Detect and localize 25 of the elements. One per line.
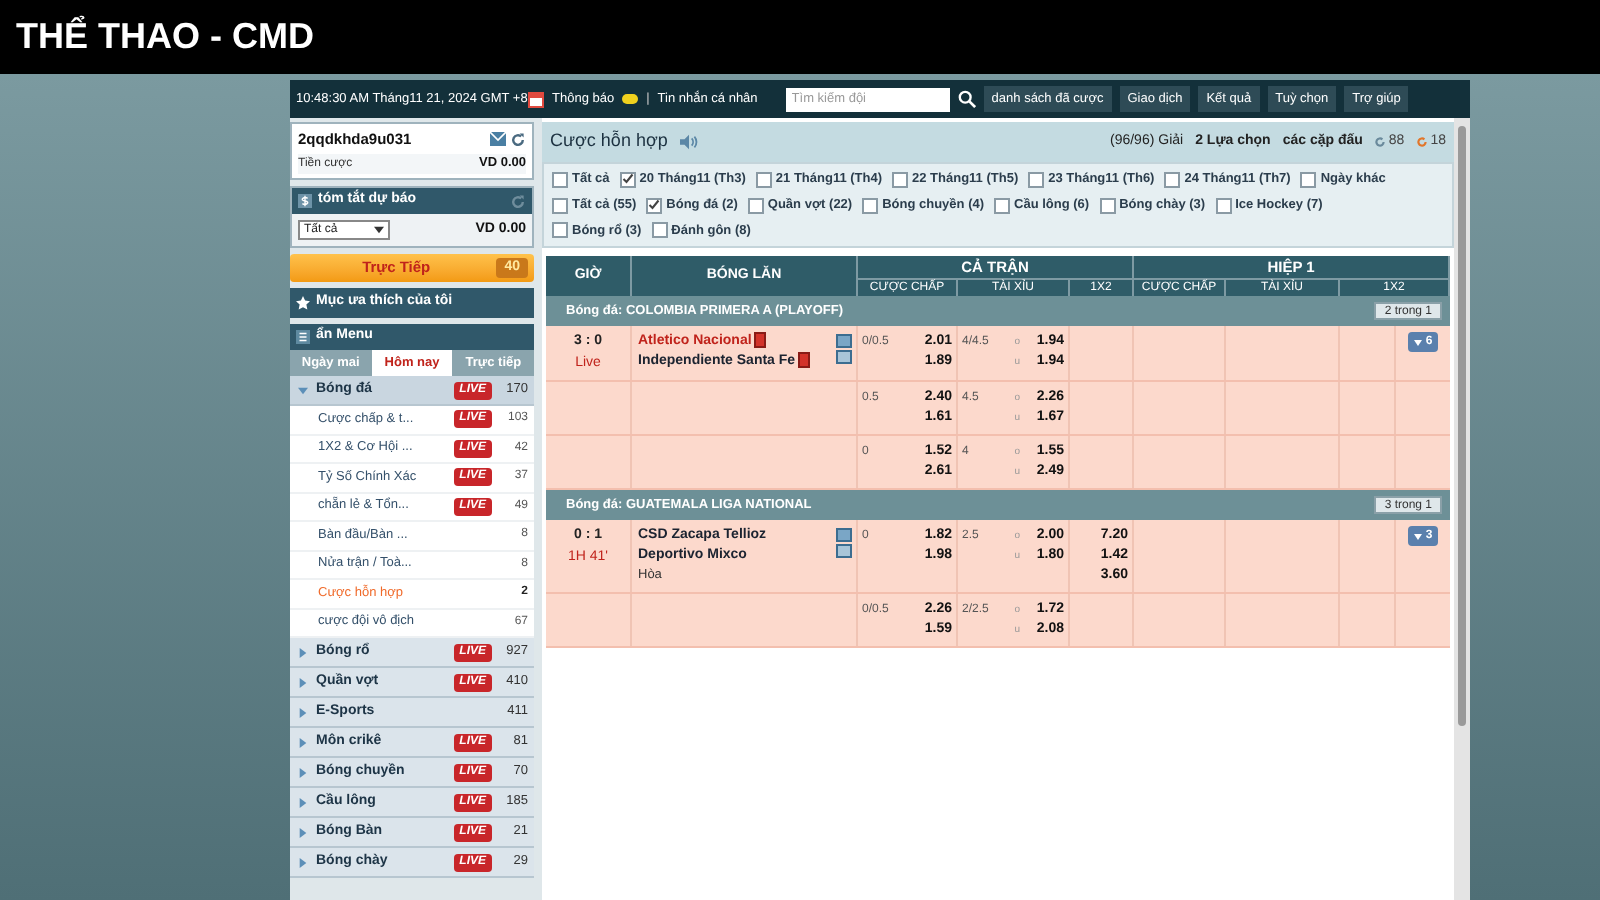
caret-down-icon xyxy=(298,385,308,395)
search-icon[interactable] xyxy=(957,90,976,108)
mail-icon[interactable] xyxy=(490,132,506,147)
scrollbar[interactable] xyxy=(1454,118,1470,900)
refresh-icon[interactable] xyxy=(510,131,526,148)
caret-right-icon xyxy=(298,707,308,717)
caret-right-icon xyxy=(298,677,308,687)
speaker-icon[interactable] xyxy=(679,134,698,150)
refresh-icon[interactable] xyxy=(1374,136,1387,148)
caret-right-icon xyxy=(298,857,308,867)
caret-right-icon xyxy=(298,767,308,777)
page-title: THỂ THAO - CMD xyxy=(16,13,314,60)
caret-right-icon xyxy=(298,797,308,807)
caret-down-icon xyxy=(374,226,384,234)
page-title: Cược hỗn hợp xyxy=(550,128,668,155)
star-icon xyxy=(296,296,310,310)
caret-down-icon xyxy=(1413,339,1422,346)
caret-down-icon xyxy=(1413,533,1422,540)
dollar-icon xyxy=(298,194,312,208)
menu-icon xyxy=(296,330,310,344)
caret-right-icon xyxy=(298,737,308,747)
calendar-icon[interactable] xyxy=(528,91,544,107)
notification-badge-icon xyxy=(622,94,639,104)
caret-right-icon xyxy=(298,827,308,837)
caret-right-icon xyxy=(298,647,308,657)
